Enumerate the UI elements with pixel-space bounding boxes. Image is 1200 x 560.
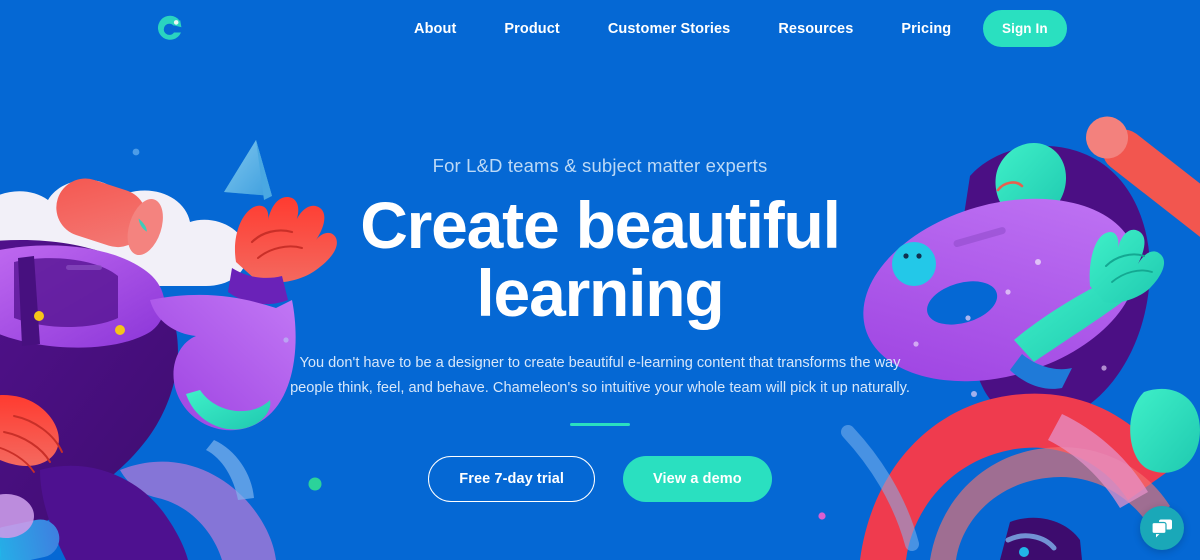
hero-divider: [570, 423, 630, 426]
chat-widget-button[interactable]: [1140, 506, 1184, 550]
chameleon-c-logo-icon: [157, 15, 182, 40]
decor-dot-blue-small: [132, 148, 140, 156]
top-navigation: About Product Customer Stories Resources…: [0, 0, 1200, 58]
nav-link-about[interactable]: About: [404, 0, 480, 58]
nav-links: About Product Customer Stories Resources…: [404, 0, 1078, 58]
nav-link-customer-stories[interactable]: Customer Stories: [584, 0, 754, 58]
red-hand-upper: [234, 196, 337, 283]
headline-line-2: learning: [476, 256, 724, 330]
chat-bubbles-icon: [1151, 519, 1172, 538]
coral-cylinder-left: [56, 178, 163, 256]
hero-cta-row: Free 7-day trial View a demo: [428, 456, 772, 502]
sign-in-button[interactable]: Sign In: [983, 10, 1067, 47]
nav-link-resources[interactable]: Resources: [754, 0, 877, 58]
blue-cylinder: [0, 519, 60, 560]
red-hand-lower: [0, 395, 63, 473]
right-character-illustration: [841, 116, 1200, 560]
teal-arm-hand: [1014, 229, 1165, 362]
nav-link-product[interactable]: Product: [480, 0, 583, 58]
landing-page-hero: About Product Customer Stories Resources…: [0, 0, 1200, 560]
decor-triangle: [224, 140, 272, 200]
nav-link-pricing[interactable]: Pricing: [877, 0, 975, 58]
free-trial-button[interactable]: Free 7-day trial: [428, 456, 596, 502]
brand-logo[interactable]: [150, 12, 190, 48]
cyan-ball-face: [892, 242, 936, 286]
decor-dot-white-left: [283, 337, 289, 343]
left-character-illustration: [0, 178, 337, 560]
decor-dot-pink: [818, 512, 826, 520]
hero-subcopy: You don't have to be a designer to creat…: [290, 355, 910, 396]
hero-content: For L&D teams & subject matter experts C…: [0, 0, 1200, 560]
view-demo-button[interactable]: View a demo: [623, 456, 772, 502]
headline-line-1: Create beautiful: [360, 188, 841, 262]
hero-eyebrow: For L&D teams & subject matter experts: [432, 155, 768, 176]
coral-cylinder-right: [1086, 116, 1200, 245]
decor-dot-green: [308, 477, 322, 491]
hero-headline: Create beautiful learning: [360, 188, 841, 330]
